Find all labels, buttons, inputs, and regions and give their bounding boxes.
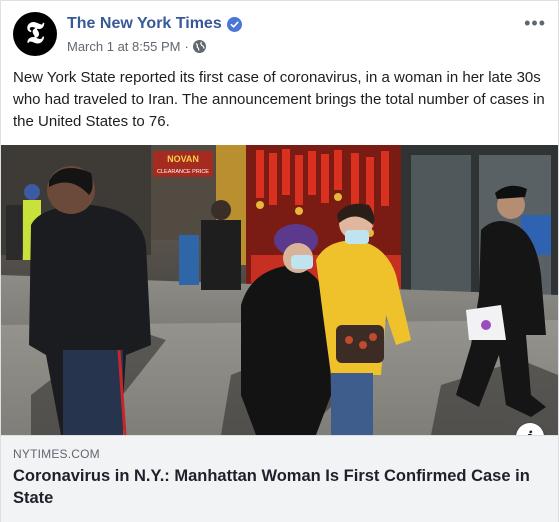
meta-separator: · — [184, 39, 189, 54]
link-preview[interactable]: NYTIMES.COM Coronavirus in N.Y.: Manhatt… — [1, 435, 558, 522]
storefront-subsign: CLEARANCE PRICE — [157, 169, 209, 175]
post-timestamp[interactable]: March 1 at 8:55 PM — [67, 39, 180, 54]
link-headline[interactable]: Coronavirus in N.Y.: Manhattan Woman Is … — [13, 465, 533, 509]
more-options-button[interactable]: ••• — [524, 13, 546, 34]
street-scene-image: NOVAN CLEARANCE PRICE — [1, 145, 558, 435]
post-text: New York State reported its first case o… — [13, 69, 545, 130]
storefront-sign: NOVAN — [167, 154, 199, 164]
link-domain: NYTIMES.COM — [13, 447, 100, 461]
facebook-post: 𝕿 The New York Times March 1 at 8:55 PM … — [0, 0, 559, 522]
post-photo[interactable]: NOVAN CLEARANCE PRICE — [1, 145, 558, 435]
post-header: 𝕿 The New York Times March 1 at 8:55 PM … — [1, 1, 558, 63]
page-name-link[interactable]: The New York Times — [67, 15, 242, 33]
globe-icon[interactable] — [192, 40, 206, 53]
page-avatar[interactable]: 𝕿 — [13, 12, 57, 56]
post-meta: March 1 at 8:55 PM · — [67, 39, 206, 54]
page-name[interactable]: The New York Times — [67, 15, 222, 33]
nyt-logo-glyph: 𝕿 — [25, 16, 45, 51]
verified-badge-icon — [226, 16, 242, 32]
